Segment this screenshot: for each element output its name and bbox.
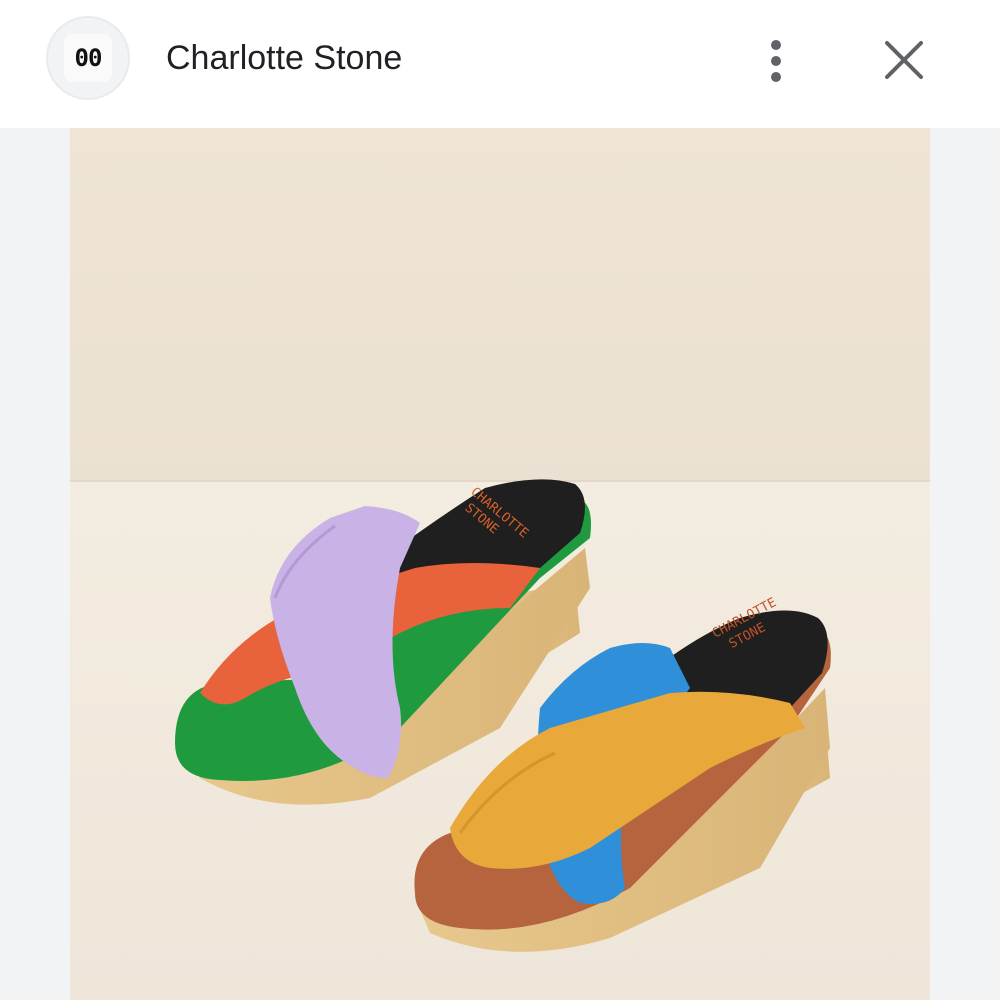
page-title: Charlotte Stone xyxy=(166,39,403,77)
media-viewer: CHARLOTTE STONE CHARLOTTE STONE xyxy=(0,128,1000,1000)
close-icon xyxy=(885,41,923,79)
brand-logo: 00 xyxy=(64,34,112,82)
close-button[interactable] xyxy=(878,34,930,86)
brand-avatar[interactable]: 00 xyxy=(46,16,130,100)
product-photo[interactable]: CHARLOTTE STONE CHARLOTTE STONE xyxy=(70,128,930,1000)
more-vert-icon xyxy=(771,40,781,82)
more-options-button[interactable] xyxy=(752,34,800,86)
top-bar: 00 Charlotte Stone xyxy=(0,0,1000,128)
sandals-image: CHARLOTTE STONE CHARLOTTE STONE xyxy=(70,128,930,1000)
